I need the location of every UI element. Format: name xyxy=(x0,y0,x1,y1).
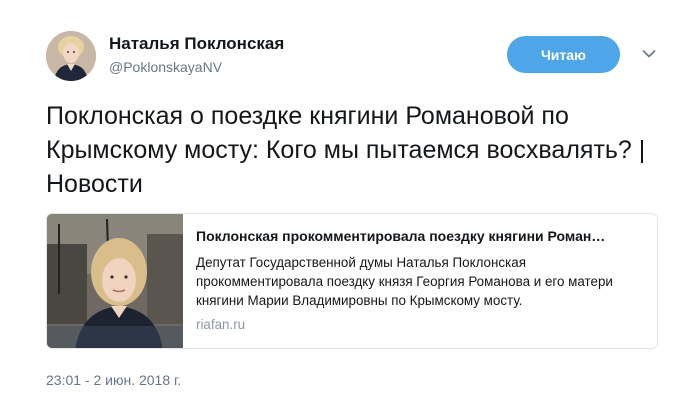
card-image xyxy=(47,214,183,348)
following-button[interactable]: Читаю xyxy=(507,36,620,73)
card-description: Депутат Государственной думы Наталья Пок… xyxy=(196,255,613,308)
tweet: Наталья Поклонская @PoklonskayaNV Читаю … xyxy=(0,0,700,401)
user-handle[interactable]: @PoklonskayaNV xyxy=(109,59,222,75)
chevron-down-icon[interactable] xyxy=(642,49,656,59)
card-title[interactable]: Поклонская прокомментировала поездку кня… xyxy=(196,227,648,245)
tweet-timestamp[interactable]: 23:01 - 2 июн. 2018 г. xyxy=(46,372,181,388)
card-body: Поклонская прокомментировала поездку кня… xyxy=(196,227,648,332)
link-card[interactable]: Поклонская прокомментировала поездку кня… xyxy=(46,213,658,349)
tweet-text: Поклонская о поездке княгини Романовой п… xyxy=(46,102,646,198)
card-domain: riafan.ru xyxy=(196,317,246,332)
avatar[interactable] xyxy=(46,31,96,81)
user-name[interactable]: Наталья Поклонская xyxy=(109,34,284,54)
profile-photo-icon xyxy=(46,31,96,81)
